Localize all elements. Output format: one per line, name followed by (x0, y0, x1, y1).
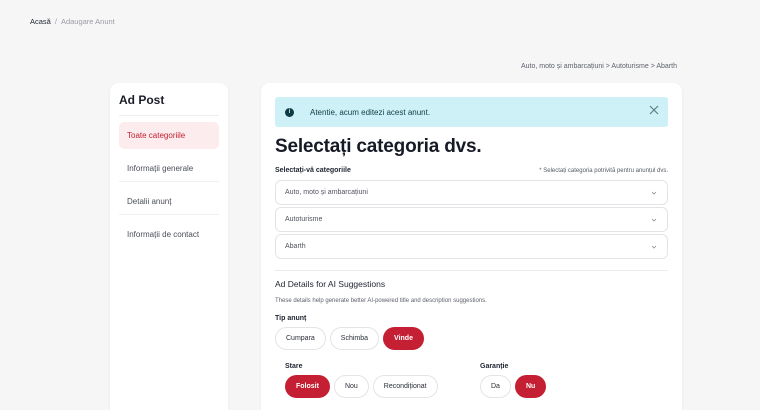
warranty-yes-button[interactable]: Da (480, 375, 511, 398)
edit-alert: i Atentie, acum editezi acest anunt. (275, 97, 668, 127)
sidebar-item-general-info[interactable]: Informații generale (119, 155, 219, 182)
ad-type-options: Cumpara Schimba Vinde (275, 327, 668, 350)
category-select-3-value: Abarth (285, 243, 306, 250)
sidebar: Ad Post Toate categoriile Informații gen… (110, 83, 228, 410)
condition-new-button[interactable]: Nou (333, 375, 369, 398)
condition-refurbished-button[interactable]: Recondiționat (372, 375, 438, 398)
main-panel: i Atentie, acum editezi acest anunt. Sel… (261, 83, 682, 410)
category-select-2-value: Autoturisme (285, 216, 323, 223)
ad-type-swap-button[interactable]: Schimba (329, 327, 380, 350)
close-icon[interactable] (648, 104, 660, 116)
ad-type-sell-button[interactable]: Vinde (383, 327, 424, 350)
chevron-down-icon (651, 191, 657, 195)
category-select-2[interactable]: Autoturisme (275, 207, 668, 232)
category-select-1-value: Auto, moto și ambarcațiuni (285, 189, 368, 196)
breadcrumb-current: Adaugare Anunt (60, 17, 115, 26)
category-select-1[interactable]: Auto, moto și ambarcațiuni (275, 180, 668, 205)
categories-label: Selectați-vă categoriile (275, 167, 351, 174)
sidebar-item-all-categories[interactable]: Toate categoriile (119, 122, 219, 149)
condition-label: Stare (285, 363, 303, 370)
alert-text: Atentie, acum editezi acest anunt. (310, 107, 431, 117)
chevron-down-icon (651, 218, 657, 222)
warranty-label: Garanție (480, 363, 509, 370)
warranty-options: Da Nu (480, 375, 547, 398)
ad-type-label: Tip anunț (275, 315, 307, 322)
condition-used-button[interactable]: Folosit (285, 375, 330, 398)
breadcrumb: Acasă / Adaugare Anunt (30, 17, 115, 26)
ai-section-description: These details help generate better AI-po… (275, 298, 487, 304)
sidebar-title: Ad Post (119, 93, 219, 116)
breadcrumb-separator: / (54, 17, 57, 26)
category-path: Auto, moto și ambarcațiuni > Autoturisme… (520, 63, 677, 70)
categories-hint: * Selectați categoria potrivită pentru a… (539, 168, 668, 174)
sidebar-item-contact-info[interactable]: Informații de contact (119, 221, 219, 248)
warranty-no-button[interactable]: Nu (514, 375, 547, 398)
category-select-3[interactable]: Abarth (275, 234, 668, 259)
divider (275, 270, 668, 271)
info-icon: i (285, 107, 294, 117)
sidebar-item-ad-details[interactable]: Detalii anunț (119, 188, 219, 215)
ad-type-buy-button[interactable]: Cumpara (275, 327, 326, 350)
breadcrumb-home-link[interactable]: Acasă (30, 17, 51, 26)
chevron-down-icon (651, 245, 657, 249)
page-title: Selectați categoria dvs. (275, 136, 482, 157)
ai-section-title: Ad Details for AI Suggestions (275, 279, 386, 289)
condition-options: Folosit Nou Recondiționat (285, 375, 480, 398)
